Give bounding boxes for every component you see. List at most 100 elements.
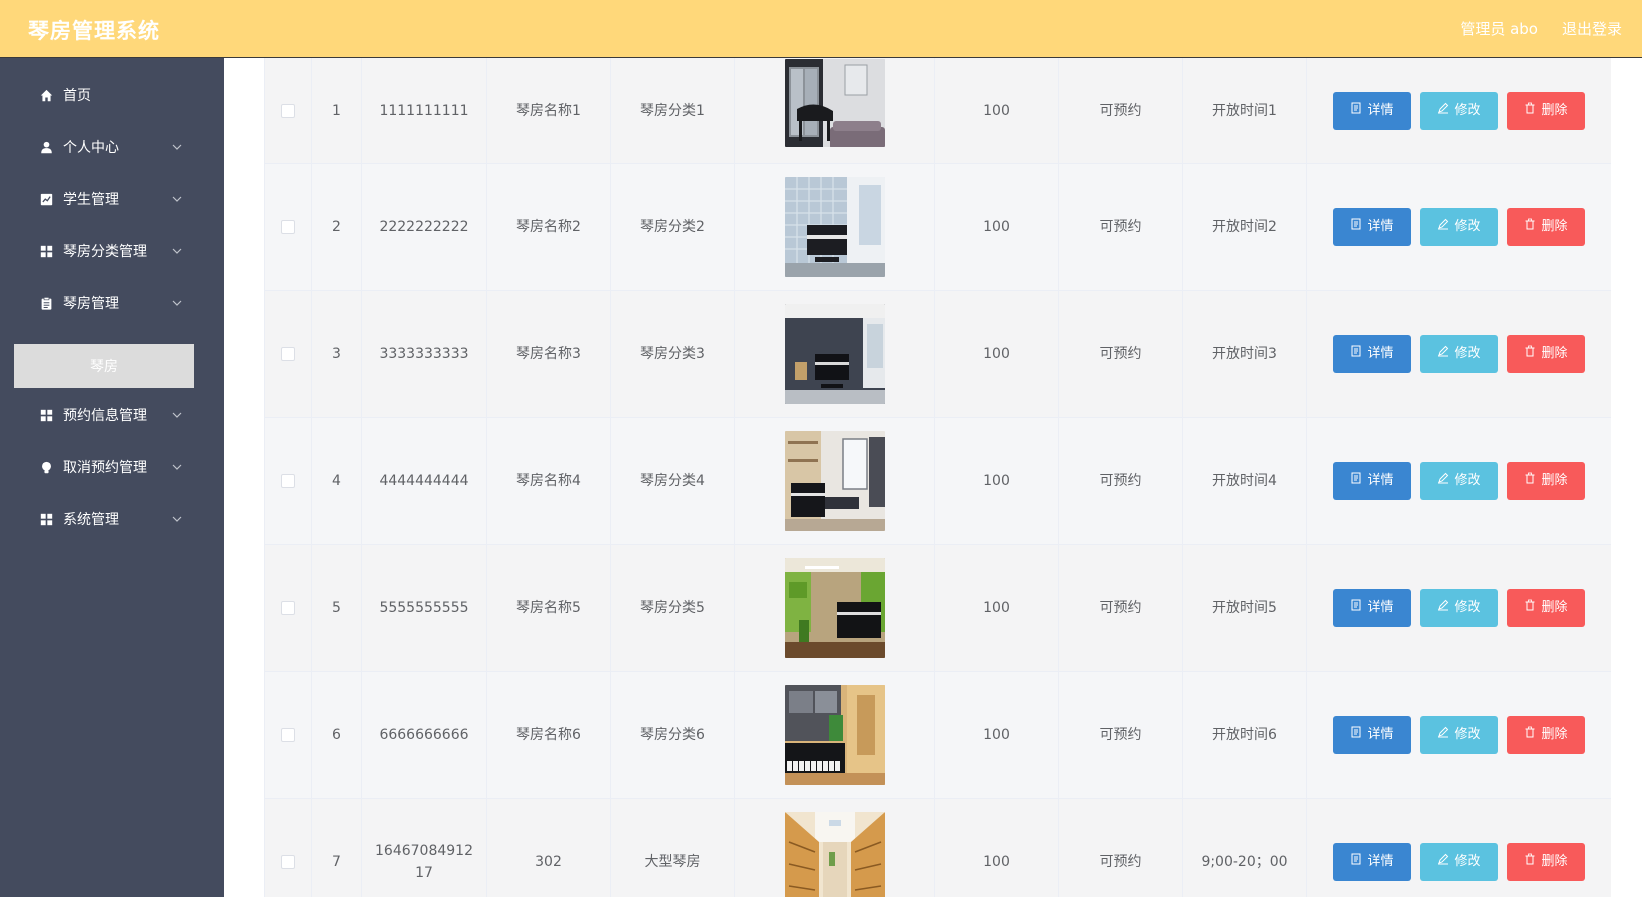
select-cell (264, 672, 312, 798)
detail-button[interactable]: 详情 (1333, 208, 1411, 246)
edit-button[interactable]: 修改 (1420, 462, 1498, 500)
open-time: 开放时间6 (1183, 672, 1307, 798)
user-icon (38, 139, 54, 155)
document-icon (1350, 470, 1362, 492)
room-image-cell (735, 164, 935, 290)
delete-label: 删除 (1541, 346, 1568, 361)
sidebar-item-label: 琴房管理 (63, 296, 119, 312)
room-category: 琴房分类4 (611, 418, 735, 544)
delete-button[interactable]: 删除 (1507, 843, 1585, 881)
room-number: 1646708491217 (362, 799, 487, 897)
edit-label: 修改 (1454, 727, 1481, 742)
room-image-cell (735, 799, 935, 897)
pencil-icon (1437, 343, 1449, 365)
room-image-cell (735, 291, 935, 417)
sidebar-item-label: 学生管理 (63, 192, 119, 208)
detail-button[interactable]: 详情 (1333, 91, 1411, 130)
sidebar-item-home[interactable]: 首页 (0, 68, 224, 122)
chevron-down-icon (170, 460, 184, 474)
room-number: 5555555555 (362, 545, 487, 671)
open-time: 开放时间5 (1183, 545, 1307, 671)
room-number: 2222222222 (362, 164, 487, 290)
room-status: 可预约 (1059, 291, 1183, 417)
sidebar-item-room-categories[interactable]: 琴房分类管理 (0, 224, 224, 278)
room-category: 琴房分类2 (611, 164, 735, 290)
detail-label: 详情 (1367, 727, 1394, 742)
edit-button[interactable]: 修改 (1420, 843, 1498, 881)
row-checkbox[interactable] (281, 474, 295, 488)
row-actions: 详情 修改 删除 (1307, 545, 1611, 671)
pencil-icon (1437, 724, 1449, 746)
delete-button[interactable]: 删除 (1507, 335, 1585, 373)
grid-icon (38, 243, 54, 259)
detail-button[interactable]: 详情 (1333, 716, 1411, 754)
pencil-icon (1437, 851, 1449, 873)
row-checkbox[interactable] (281, 601, 295, 615)
sidebar-item-rooms[interactable]: 琴房管理 (0, 276, 224, 330)
detail-label: 详情 (1367, 600, 1394, 615)
pencil-icon (1437, 100, 1449, 122)
sidebar-subitem-rooms[interactable]: 琴房 (14, 344, 194, 388)
sidebar-item-bookings[interactable]: 预约信息管理 (0, 388, 224, 442)
sidebar-item-label: 取消预约管理 (63, 460, 147, 476)
trash-icon (1524, 724, 1536, 746)
open-time: 开放时间3 (1183, 291, 1307, 417)
delete-button[interactable]: 删除 (1507, 462, 1585, 500)
row-actions: 详情 修改 删除 (1307, 164, 1611, 290)
pencil-icon (1437, 470, 1449, 492)
row-checkbox[interactable] (281, 220, 295, 234)
clipboard-icon (38, 295, 54, 311)
row-checkbox[interactable] (281, 347, 295, 361)
sidebar-item-students[interactable]: 学生管理 (0, 172, 224, 226)
room-name: 琴房名称5 (487, 545, 611, 671)
table-row: 6 6666666666 琴房名称6 琴房分类6 100 可预约 开放时间6 详… (264, 672, 1611, 799)
row-index: 7 (312, 799, 362, 897)
sidebar-item-profile[interactable]: 个人中心 (0, 120, 224, 174)
row-actions: 详情 修改 删除 (1307, 291, 1611, 417)
select-cell (264, 58, 312, 163)
row-checkbox[interactable] (281, 855, 295, 869)
edit-button[interactable]: 修改 (1420, 335, 1498, 373)
edit-button[interactable]: 修改 (1420, 91, 1498, 130)
delete-button[interactable]: 删除 (1507, 208, 1585, 246)
trash-icon (1524, 343, 1536, 365)
row-checkbox[interactable] (281, 103, 295, 118)
sidebar-item-system[interactable]: 系统管理 (0, 492, 224, 546)
header-actions: 管理员 abo 退出登录 (1460, 18, 1622, 39)
detail-button[interactable]: 详情 (1333, 335, 1411, 373)
delete-button[interactable]: 删除 (1507, 589, 1585, 627)
current-user[interactable]: 管理员 abo (1460, 18, 1538, 39)
chart-icon (38, 191, 54, 207)
edit-label: 修改 (1454, 346, 1481, 361)
main-content: 1 1111111111 琴房名称1 琴房分类1 100 可预约 开放时间1 详… (224, 58, 1642, 897)
room-category: 琴房分类6 (611, 672, 735, 798)
room-photo (784, 304, 885, 404)
sidebar-item-cancellations[interactable]: 取消预约管理 (0, 440, 224, 494)
room-name: 琴房名称4 (487, 418, 611, 544)
edit-button[interactable]: 修改 (1420, 589, 1498, 627)
room-price: 100 (935, 58, 1059, 163)
document-icon (1350, 216, 1362, 238)
edit-label: 修改 (1454, 473, 1481, 488)
room-image-cell (735, 545, 935, 671)
rooms-table: 1 1111111111 琴房名称1 琴房分类1 100 可预约 开放时间1 详… (264, 58, 1611, 897)
room-price: 100 (935, 545, 1059, 671)
chevron-down-icon (170, 408, 184, 422)
edit-button[interactable]: 修改 (1420, 716, 1498, 754)
trash-icon (1524, 851, 1536, 873)
edit-button[interactable]: 修改 (1420, 208, 1498, 246)
detail-button[interactable]: 详情 (1333, 843, 1411, 881)
pencil-icon (1437, 216, 1449, 238)
select-cell (264, 164, 312, 290)
row-checkbox[interactable] (281, 728, 295, 742)
detail-button[interactable]: 详情 (1333, 589, 1411, 627)
room-price: 100 (935, 672, 1059, 798)
detail-label: 详情 (1367, 219, 1394, 234)
delete-button[interactable]: 删除 (1507, 716, 1585, 754)
logout-link[interactable]: 退出登录 (1562, 18, 1622, 39)
trash-icon (1524, 597, 1536, 619)
delete-button[interactable]: 删除 (1507, 91, 1585, 130)
table-row: 4 4444444444 琴房名称4 琴房分类4 100 可预约 开放时间4 详… (264, 418, 1611, 545)
document-icon (1350, 851, 1362, 873)
detail-button[interactable]: 详情 (1333, 462, 1411, 500)
